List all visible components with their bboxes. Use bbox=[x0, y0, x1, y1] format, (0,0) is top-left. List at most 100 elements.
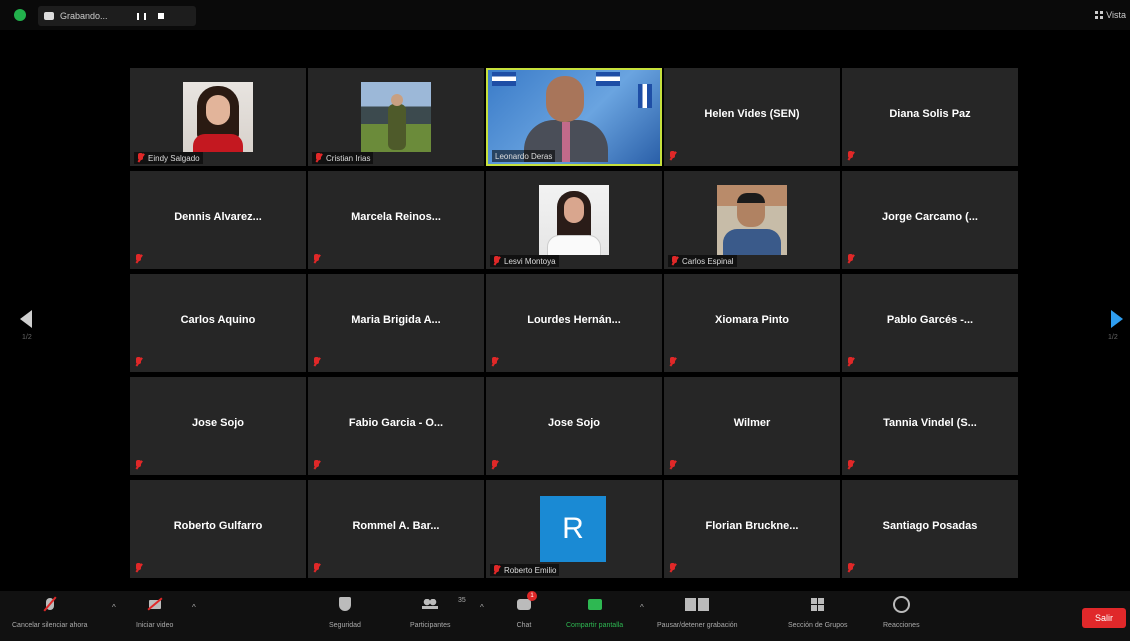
participant-tile[interactable]: Helen Vides (SEN) bbox=[664, 68, 840, 166]
page-indicator-right: 1/2 bbox=[1108, 334, 1118, 341]
muted-mic-icon bbox=[847, 254, 854, 264]
participant-tile[interactable]: Santiago Posadas bbox=[842, 480, 1018, 578]
participant-name: Wilmer bbox=[733, 417, 771, 429]
muted-mic-icon bbox=[313, 563, 320, 573]
participant-name: Roberto Gulfarro bbox=[173, 520, 263, 532]
participant-name: Maria Brigida A... bbox=[351, 314, 441, 326]
chat-icon: 1 bbox=[514, 591, 537, 613]
muted-mic-icon bbox=[313, 254, 320, 264]
participant-name: Dennis Alvarez... bbox=[174, 211, 262, 223]
muted-mic-icon bbox=[137, 153, 144, 163]
active-speaker-tile[interactable]: Leonardo Deras bbox=[486, 68, 662, 166]
participant-tile[interactable]: Xiomara Pinto bbox=[664, 274, 840, 372]
muted-mic-icon bbox=[669, 563, 676, 573]
unmute-button[interactable]: Cancelar silenciar ahora bbox=[12, 595, 87, 629]
cloud-recording-icon bbox=[44, 12, 54, 20]
muted-mic-icon bbox=[493, 256, 500, 266]
participant-tile[interactable]: Maria Brigida A... bbox=[308, 274, 484, 372]
next-page-arrow-icon[interactable] bbox=[1111, 310, 1123, 328]
participant-name: Leonardo Deras bbox=[495, 151, 553, 161]
reactions-button[interactable]: Reacciones bbox=[883, 595, 920, 629]
audio-options-caret-icon[interactable]: ^ bbox=[112, 603, 116, 612]
participant-name: Jorge Carcamo (... bbox=[882, 211, 978, 223]
participant-name: Cristian Irias bbox=[326, 153, 371, 163]
man-portrait-photo bbox=[717, 185, 787, 255]
muted-mic-icon bbox=[847, 151, 854, 161]
participant-gallery: Eindy Salgado Cristian Irias Leonardo De… bbox=[130, 68, 1018, 578]
participant-tile[interactable]: Diana Solis Paz bbox=[842, 68, 1018, 166]
muted-mic-icon bbox=[135, 357, 142, 367]
participant-tile[interactable]: Fabio Garcia - O... bbox=[308, 377, 484, 475]
participant-tile[interactable]: Lourdes Hernán... bbox=[486, 274, 662, 372]
woman-portrait-photo bbox=[539, 185, 609, 255]
pause-stop-recording-icon bbox=[682, 595, 712, 613]
view-label: Vista bbox=[1106, 10, 1126, 20]
participant-tile[interactable]: Carlos Aquino bbox=[130, 274, 306, 372]
participant-tile[interactable]: Eindy Salgado bbox=[130, 68, 306, 166]
participant-name: Lourdes Hernán... bbox=[527, 314, 621, 326]
participant-name: Jose Sojo bbox=[548, 417, 600, 429]
participant-name: Diana Solis Paz bbox=[889, 108, 971, 120]
muted-mic-icon bbox=[493, 565, 500, 575]
leave-meeting-button[interactable]: Salir bbox=[1082, 608, 1126, 628]
participant-tile[interactable]: Carlos Espinal bbox=[664, 171, 840, 269]
share-screen-icon bbox=[585, 595, 605, 613]
share-screen-button[interactable]: Compartir pantalla bbox=[566, 595, 623, 629]
muted-mic-icon bbox=[847, 460, 854, 470]
page-indicator-left: 1/2 bbox=[22, 334, 32, 341]
security-button[interactable]: Seguridad bbox=[329, 595, 361, 629]
participant-tile[interactable]: Wilmer bbox=[664, 377, 840, 475]
participant-name: Eindy Salgado bbox=[148, 153, 200, 163]
muted-mic-icon bbox=[315, 153, 322, 163]
participant-name: Carlos Aquino bbox=[180, 314, 256, 326]
participant-tile[interactable]: Pablo Garcés -... bbox=[842, 274, 1018, 372]
reactions-icon bbox=[891, 595, 911, 613]
participant-tile[interactable]: Florian Bruckne... bbox=[664, 480, 840, 578]
participant-name: Xiomara Pinto bbox=[715, 314, 789, 326]
participant-tile[interactable]: Tannia Vindel (S... bbox=[842, 377, 1018, 475]
stop-recording-button[interactable] bbox=[154, 9, 168, 23]
participant-tile[interactable]: Marcela Reinos... bbox=[308, 171, 484, 269]
previous-page-arrow-icon[interactable] bbox=[20, 310, 32, 328]
woman-portrait-photo bbox=[183, 82, 253, 152]
breakout-rooms-button[interactable]: Sección de Grupos bbox=[788, 595, 848, 629]
pause-stop-recording-button[interactable]: Pausar/detener grabación bbox=[657, 595, 738, 629]
participant-name: Helen Vides (SEN) bbox=[704, 108, 800, 120]
pause-recording-button[interactable] bbox=[134, 9, 148, 23]
encryption-shield-icon[interactable] bbox=[14, 9, 26, 21]
participant-tile[interactable]: Jose Sojo bbox=[130, 377, 306, 475]
participant-name: Florian Bruckne... bbox=[705, 520, 799, 532]
muted-mic-icon bbox=[847, 563, 854, 573]
muted-mic-icon bbox=[135, 460, 142, 470]
participant-tile[interactable]: Dennis Alvarez... bbox=[130, 171, 306, 269]
participant-name: Tannia Vindel (S... bbox=[883, 417, 977, 429]
participant-tile[interactable]: Lesvi Montoya bbox=[486, 171, 662, 269]
recording-label: Grabando... bbox=[60, 11, 108, 21]
video-options-caret-icon[interactable]: ^ bbox=[192, 603, 196, 612]
muted-mic-icon bbox=[313, 357, 320, 367]
start-video-button[interactable]: Iniciar video bbox=[136, 595, 173, 629]
muted-mic-icon bbox=[313, 460, 320, 470]
participant-name: Jose Sojo bbox=[192, 417, 244, 429]
participant-name: Fabio Garcia - O... bbox=[348, 417, 444, 429]
chat-button[interactable]: 1 Chat bbox=[514, 591, 537, 629]
security-shield-icon bbox=[335, 595, 355, 613]
participant-tile[interactable]: R Roberto Emilio bbox=[486, 480, 662, 578]
participants-options-caret-icon[interactable]: ^ bbox=[480, 603, 484, 612]
participant-tile[interactable]: Jorge Carcamo (... bbox=[842, 171, 1018, 269]
muted-mic-icon bbox=[671, 256, 678, 266]
participants-button[interactable]: Participantes bbox=[410, 595, 450, 629]
chat-unread-badge: 1 bbox=[527, 591, 537, 601]
participant-tile[interactable]: Jose Sojo bbox=[486, 377, 662, 475]
participant-tile[interactable]: Rommel A. Bar... bbox=[308, 480, 484, 578]
muted-mic-icon bbox=[135, 254, 142, 264]
participant-tile[interactable]: Roberto Gulfarro bbox=[130, 480, 306, 578]
view-button[interactable]: Vista bbox=[1095, 10, 1126, 20]
participant-tile[interactable]: Cristian Irias bbox=[308, 68, 484, 166]
muted-mic-icon bbox=[669, 357, 676, 367]
participant-name: Pablo Garcés -... bbox=[886, 314, 974, 326]
muted-mic-icon bbox=[491, 460, 498, 470]
participant-avatar: R bbox=[540, 496, 606, 562]
meeting-controls-toolbar: Cancelar silenciar ahora ^ Iniciar video… bbox=[0, 591, 1130, 641]
share-options-caret-icon[interactable]: ^ bbox=[640, 603, 644, 612]
